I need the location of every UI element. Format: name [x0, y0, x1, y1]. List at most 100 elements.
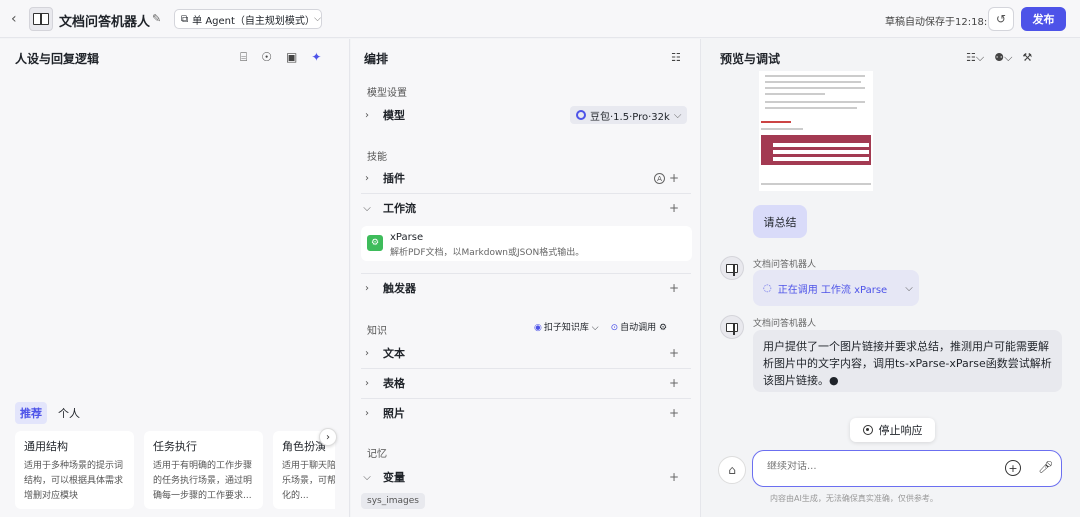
persona-panel-title: 人设与回复逻辑: [15, 52, 100, 66]
row-table-label: 表格: [383, 377, 405, 390]
book-icon: [726, 322, 738, 335]
row-variables[interactable]: ⌵ 变量 +: [361, 463, 691, 491]
persona-panel: 人设与回复逻辑 ⌸ ☉ ▣ ✦ 推荐 个人 通用结构 适用于多种场景的提示词结构…: [0, 39, 350, 517]
top-bar: ‹ 文档问答机器人 ✎ ⧉ 单 Agent（自主规划模式） ⌵ 草稿自动保存于1…: [0, 0, 1080, 38]
row-table[interactable]: › 表格 +: [361, 369, 691, 397]
template-card-title: 任务执行: [153, 440, 197, 453]
model-selector[interactable]: 豆包·1.5·Pro·32k ⌵: [570, 106, 688, 124]
bot-sender-label: 文档问答机器人: [753, 319, 817, 329]
template-card[interactable]: 通用结构 适用于多种场景的提示词结构，可以根据具体需求增删对应模块: [15, 431, 134, 509]
row-model-label: 模型: [383, 109, 405, 122]
knowledge-base-icon: ◉: [534, 323, 542, 333]
doc-table-cell: [773, 150, 869, 154]
section-knowledge: 知识: [367, 326, 387, 337]
agent-mode-label: 单 Agent（自主规划模式）: [192, 15, 315, 27]
publish-button[interactable]: 发布: [1021, 7, 1066, 31]
tab-recommended[interactable]: 推荐: [15, 402, 47, 424]
add-text-icon[interactable]: +: [669, 346, 679, 360]
add-workflow-icon[interactable]: +: [669, 201, 679, 215]
stop-response-label: 停止响应: [878, 424, 923, 437]
ai-optimize-icon[interactable]: ✦: [311, 50, 321, 65]
chevron-down-icon: ⌵: [673, 109, 682, 121]
chevron-down-icon: ⌵: [905, 282, 913, 294]
add-photo-icon[interactable]: +: [669, 406, 679, 420]
prompt-library-icon[interactable]: ⌸: [240, 50, 247, 65]
bot-avatar: [29, 7, 53, 31]
template-tabs: 推荐 个人: [15, 402, 85, 424]
agent-mode-dropdown[interactable]: ⧉ 单 Agent（自主规划模式） ⌵: [174, 9, 322, 29]
preview-panel-title: 预览与调试: [720, 52, 781, 66]
knowledge-options: ◉ 扣子知识库 ⌵ ⊙ 自动调用 ⚙: [534, 320, 667, 333]
autosave-status: 草稿自动保存于12:18:17: [885, 17, 1000, 28]
chevron-right-icon: ›: [365, 377, 369, 389]
loading-icon: ◌: [763, 282, 772, 294]
microphone-icon[interactable]: 🎤︎: [1038, 460, 1053, 474]
workflow-desc: 解析PDF文档，以Markdown或JSON格式输出。: [390, 248, 585, 258]
palette-icon[interactable]: ⚉⌵: [994, 51, 1012, 65]
variable-tag[interactable]: sys_images: [361, 493, 425, 509]
kb-source-dropdown[interactable]: ◉ 扣子知识库 ⌵: [534, 320, 599, 333]
template-card-desc: 适用于聊天陪伴、互动娱乐场景，可帮助塑造个性化的...: [282, 461, 335, 501]
row-workflow[interactable]: ⌵ 工作流 +: [361, 194, 691, 222]
orchestration-panel-title: 编排: [364, 52, 389, 66]
chat-input-box[interactable]: + 🎤︎: [752, 450, 1062, 487]
preview-toolbar: ☷⌵ ⚉⌵ ⚒: [966, 51, 1032, 65]
grid-icon[interactable]: ☷: [671, 51, 681, 64]
workflow-item[interactable]: ⚙ xParse 解析PDF文档，以Markdown或JSON格式输出。: [361, 226, 692, 261]
row-plugins[interactable]: › 插件 +: [361, 164, 691, 192]
row-photo-label: 照片: [383, 407, 405, 420]
template-card-title: 通用结构: [24, 440, 68, 453]
bot-name: 文档问答机器人: [59, 15, 151, 30]
workflow-calling-text: 正在调用 工作流 xParse: [777, 284, 888, 296]
clear-history-button[interactable]: ⌂: [718, 456, 746, 484]
row-trigger[interactable]: › 触发器 +: [361, 274, 691, 302]
section-memory: 记忆: [367, 449, 387, 460]
history-button[interactable]: ↺: [988, 7, 1014, 31]
user-message: 请总结: [753, 205, 807, 238]
bulb-icon[interactable]: ☉: [261, 50, 272, 65]
add-table-icon[interactable]: +: [669, 376, 679, 390]
doc-text-line: [765, 81, 861, 83]
add-trigger-icon[interactable]: +: [669, 281, 679, 295]
layout-icon[interactable]: ▣: [286, 50, 297, 65]
debug-options-icon[interactable]: ☷⌵: [966, 51, 984, 65]
workflow-calling-status[interactable]: ◌ 正在调用 工作流 xParse ⌵: [753, 270, 919, 306]
kb-source-label: 扣子知识库: [543, 323, 589, 333]
workflow-icon: ⚙: [367, 235, 383, 251]
tab-personal[interactable]: 个人: [53, 402, 85, 424]
chevron-right-icon: ›: [365, 109, 369, 121]
bot-avatar: [720, 315, 744, 339]
row-trigger-label: 触发器: [383, 282, 416, 295]
row-variables-label: 变量: [383, 471, 405, 484]
add-variable-icon[interactable]: +: [669, 470, 679, 484]
next-arrow-icon[interactable]: ›: [319, 428, 337, 446]
row-photo[interactable]: › 照片 +: [361, 399, 691, 427]
doubao-model-icon: [576, 110, 586, 120]
stop-response-button[interactable]: 停止响应: [850, 418, 935, 442]
add-attachment-icon[interactable]: +: [1005, 460, 1021, 476]
row-text[interactable]: › 文本 +: [361, 339, 691, 367]
template-card[interactable]: 任务执行 适用于有明确的工作步骤的任务执行场景，通过明确每一步骤的工作要求...: [144, 431, 263, 509]
stop-icon: [862, 425, 873, 435]
doc-text-line: [765, 75, 865, 77]
doc-heading-line: [761, 121, 791, 123]
document-image-preview[interactable]: [759, 71, 873, 191]
settings-icon[interactable]: ⚙: [659, 323, 667, 333]
doc-text-line: [765, 107, 857, 109]
add-plugin-icon[interactable]: +: [669, 171, 679, 185]
doc-text-line: [765, 87, 865, 89]
template-cards: 通用结构 适用于多种场景的提示词结构，可以根据具体需求增删对应模块 任务执行 适…: [15, 431, 335, 511]
kb-mode-dropdown[interactable]: ⊙ 自动调用 ⚙: [611, 320, 668, 333]
ai-disclaimer: 内容由AI生成，无法确保真实准确，仅供参考。: [770, 494, 938, 503]
auto-icon[interactable]: A: [654, 173, 665, 184]
chevron-right-icon: ›: [365, 282, 369, 294]
edit-icon[interactable]: ✎: [152, 12, 161, 25]
back-arrow-icon[interactable]: ‹: [11, 11, 17, 27]
chevron-down-icon: ⌵: [314, 14, 321, 24]
doc-table: [761, 135, 871, 165]
wrench-icon[interactable]: ⚒: [1022, 51, 1032, 65]
doc-text-line: [765, 101, 865, 103]
bot-answer: 用户提供了一个图片链接并要求总结，推测用户可能需要解析图片中的文字内容，调用ts…: [753, 330, 1062, 392]
section-skills: 技能: [367, 152, 387, 163]
chat-input[interactable]: [767, 461, 997, 472]
